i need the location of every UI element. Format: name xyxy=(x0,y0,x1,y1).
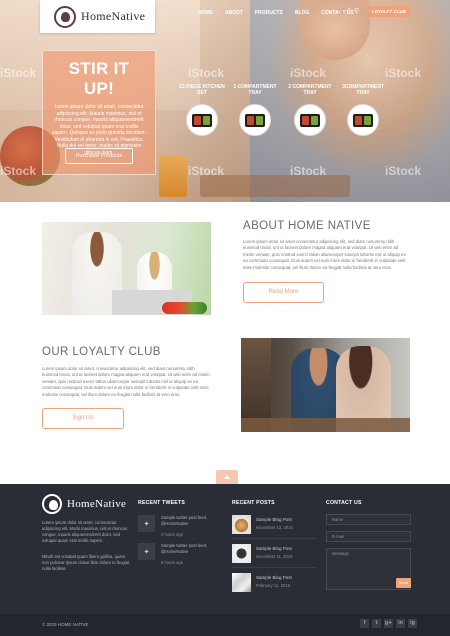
about-photo xyxy=(42,222,211,315)
product-image xyxy=(186,104,218,136)
blog-post-item[interactable]: Sample Blog Post February 11, 2015 xyxy=(232,573,317,597)
post-title: Sample Blog Post xyxy=(256,575,292,580)
product-image xyxy=(347,104,379,136)
product-label: 1 COMPARTMENT TRAY xyxy=(233,84,277,96)
recent-posts-heading: RECENT POSTS xyxy=(232,500,275,506)
post-thumbnail xyxy=(232,515,251,534)
watermark: iStock xyxy=(290,66,327,80)
instagram-icon[interactable]: ig xyxy=(408,619,417,628)
about-text: Lorem ipsum dolor sit amet consectetur a… xyxy=(243,239,406,270)
logo-icon xyxy=(42,494,62,514)
loyalty-title: OUR LOYALTY CLUB xyxy=(42,346,161,358)
product-1-compartment-tray[interactable]: 1 COMPARTMENT TRAY xyxy=(229,84,281,136)
blog-post-item[interactable]: Sample Blog Post November 13, 2015 xyxy=(232,515,317,539)
product-3-compartment-tray[interactable]: 3COMPARTMENT TRAY xyxy=(337,84,389,136)
twitter-icon: ✦ xyxy=(138,515,155,532)
nav-products[interactable]: PRODUCTS xyxy=(249,8,289,18)
blog-post-item[interactable]: Sample Blog Post November 11, 2015 xyxy=(232,544,317,568)
tweet-item: ✦ Sample twitter post feed. @HomeNative … xyxy=(138,515,218,541)
contact-us-heading: CONTACT US xyxy=(326,500,362,506)
post-date: November 13, 2015 xyxy=(256,525,293,530)
read-more-button[interactable]: Read More xyxy=(243,282,324,303)
contact-name-field[interactable]: Name xyxy=(326,514,411,525)
footer-logo[interactable]: HomeNative xyxy=(42,494,126,514)
post-title: Sample Blog Post xyxy=(256,517,292,522)
post-date: November 11, 2015 xyxy=(256,554,293,559)
tweet-text[interactable]: Sample twitter post feed. @HomeNative xyxy=(161,515,221,527)
chevron-up-icon xyxy=(224,475,230,479)
product-label: 2 COMPARTMENT TRAY xyxy=(288,84,332,96)
footer-about-text: Lorem ipsum dolor sit amet, consectetur … xyxy=(42,520,128,543)
post-thumbnail xyxy=(232,573,251,592)
post-title: Sample Blog Post xyxy=(256,546,292,551)
tweet-text[interactable]: Sample twitter post feed. @HomeNative xyxy=(161,543,221,555)
food-container-icon xyxy=(192,113,212,127)
sign-up-button[interactable]: Sign Up xyxy=(42,408,124,429)
watermark: iStock xyxy=(0,66,37,80)
cart-icon: 🛒 xyxy=(338,9,346,15)
food-container-icon xyxy=(300,113,320,127)
purchase-products-button[interactable]: Purchase Products xyxy=(65,148,133,164)
cart-count: 0 xyxy=(347,9,351,15)
food-container-icon xyxy=(245,113,265,127)
facebook-icon[interactable]: f xyxy=(360,619,369,628)
product-2-compartment-tray[interactable]: 2 COMPARTMENT TRAY xyxy=(284,84,336,136)
contact-email-field[interactable]: E-mail xyxy=(326,531,411,542)
watermark: iStock xyxy=(0,164,37,178)
loyalty-club-button[interactable]: LOYALTY CLUB xyxy=(368,6,410,17)
watermark: iStock xyxy=(385,164,422,178)
search-icon[interactable]: ⚲ xyxy=(354,7,359,15)
twitter-icon[interactable]: t xyxy=(372,619,381,628)
site-logo[interactable]: HomeNative xyxy=(40,0,155,33)
google-plus-icon[interactable]: g+ xyxy=(384,619,393,628)
post-thumbnail xyxy=(232,544,251,563)
product-image xyxy=(239,104,271,136)
main-nav: HOME ABOUT PRODUCTS BLOG CONTACT US xyxy=(192,8,360,18)
nav-home[interactable]: HOME xyxy=(192,8,219,18)
tweet-item: ✦ Sample twitter post feed. @HomeNative … xyxy=(138,543,218,569)
post-date: February 11, 2015 xyxy=(256,583,290,588)
loyalty-photo xyxy=(241,338,410,432)
recent-tweets-heading: RECENT TWEETS xyxy=(138,500,185,506)
watermark: iStock xyxy=(290,164,327,178)
watermark: iStock xyxy=(188,164,225,178)
food-container-icon xyxy=(353,113,373,127)
product-kitchen-set[interactable]: 23 PIECE KITCHEN SET xyxy=(176,84,228,136)
hero-title: STIR IT UP! xyxy=(68,59,130,98)
nav-about[interactable]: ABOUT xyxy=(219,8,249,18)
product-image xyxy=(294,104,326,136)
nav-blog[interactable]: BLOG xyxy=(289,8,315,18)
product-label: 3COMPARTMENT TRAY xyxy=(342,84,384,96)
footer-logo-text: HomeNative xyxy=(67,498,127,510)
scroll-to-top-button[interactable] xyxy=(216,470,238,484)
logo-icon xyxy=(54,5,76,28)
footer-about-text-2: Mituth est volutpat quam libero gallina,… xyxy=(42,554,130,571)
cart-button[interactable]: 🛒 0 xyxy=(338,8,351,15)
loyalty-text: Lorem ipsum dolor sit amet, consectetur … xyxy=(42,366,210,397)
hero-promo-card: STIR IT UP! Lorem ipsum dolor sit amet, … xyxy=(42,50,156,175)
watermark: iStock xyxy=(188,66,225,80)
about-title: ABOUT HOME NATIVE xyxy=(243,220,371,232)
social-links: f t g+ in ig xyxy=(360,619,417,628)
tweet-time: 8 hours ago xyxy=(161,560,184,565)
send-button[interactable]: Send xyxy=(396,578,411,588)
linkedin-icon[interactable]: in xyxy=(396,619,405,628)
watermark: iStock xyxy=(385,66,422,80)
product-label: 23 PIECE KITCHEN SET xyxy=(179,84,225,96)
tweet-time: 3 hours ago xyxy=(161,532,184,537)
logo-text: HomeNative xyxy=(81,9,146,23)
copyright-text: © 2015 HOME NATIVE xyxy=(42,622,89,627)
twitter-icon: ✦ xyxy=(138,543,155,560)
